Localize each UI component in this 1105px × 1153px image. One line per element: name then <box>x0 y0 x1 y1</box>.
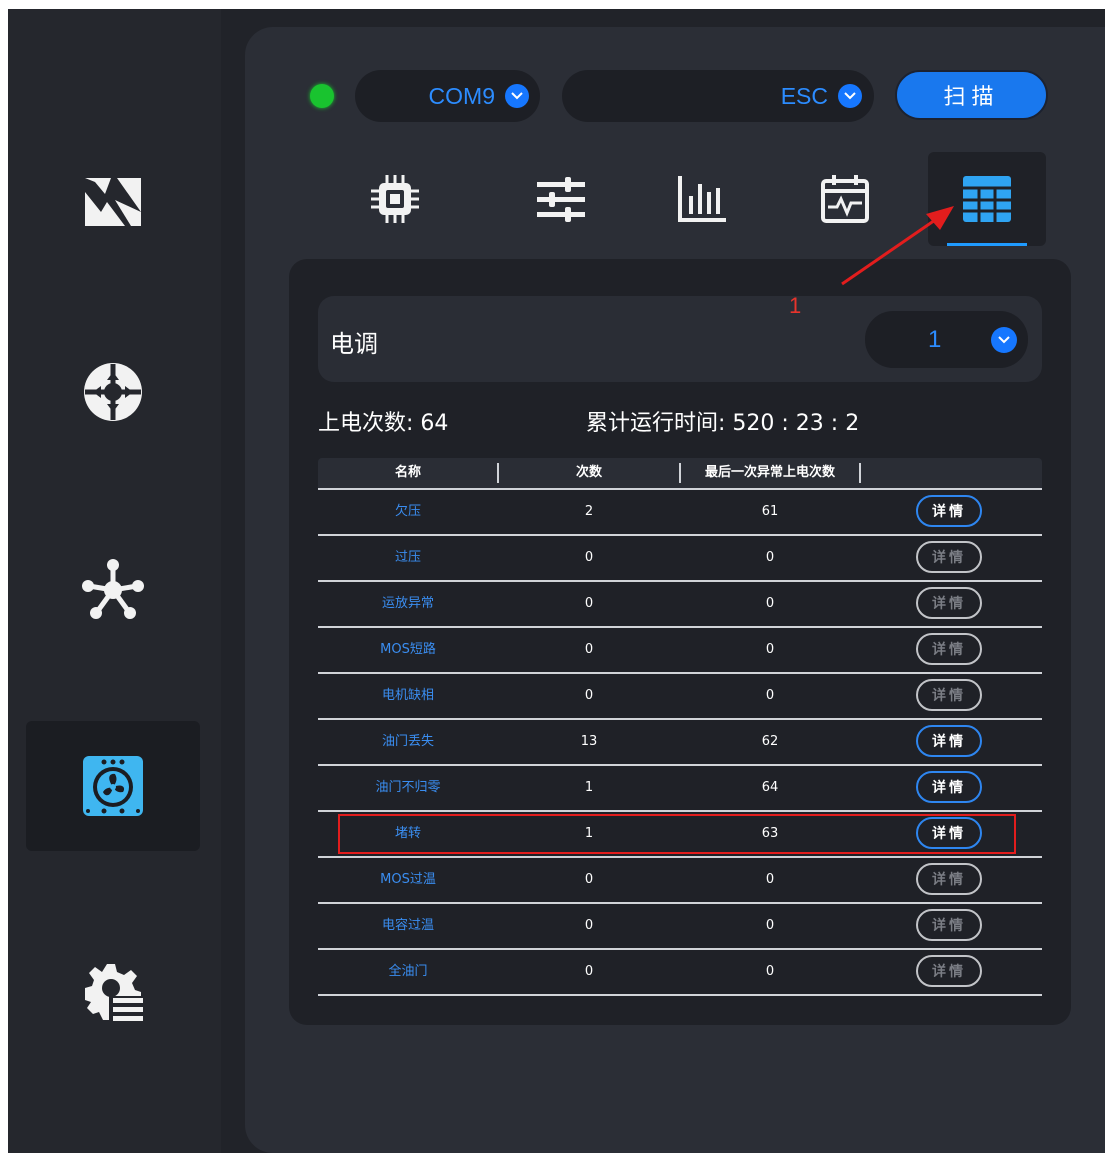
fault-count: 0 <box>584 918 594 933</box>
detail-button[interactable]: 详情 <box>916 955 982 987</box>
table-row: 欠压 2 61 详情 <box>318 490 1042 536</box>
column-header-last: 最后一次异常上电次数 <box>704 465 835 480</box>
fault-last-power-on: 0 <box>765 918 775 933</box>
tab-sliders[interactable] <box>502 152 620 246</box>
fault-name: 电机缺相 <box>381 688 434 703</box>
table-grid-icon <box>963 176 1011 222</box>
column-divider <box>859 463 861 483</box>
chevron-down-icon <box>838 84 862 108</box>
table-row: MOS过温 0 0 详情 <box>318 858 1042 904</box>
fault-last-power-on: 0 <box>765 688 775 703</box>
fault-last-power-on: 64 <box>761 780 779 795</box>
chevron-down-icon <box>505 84 529 108</box>
sidebar-item-network[interactable] <box>26 525 200 655</box>
fault-count: 0 <box>584 688 594 703</box>
power-on-count: 上电次数: 64 <box>318 411 449 436</box>
network-icon <box>82 559 144 619</box>
tab-chart[interactable] <box>643 152 761 246</box>
detail-button[interactable]: 详情 <box>916 909 982 941</box>
total-runtime: 累计运行时间: 520 : 23 : 2 <box>586 411 860 436</box>
fault-name: 过压 <box>394 550 421 565</box>
fault-count: 1 <box>584 780 594 795</box>
column-header-count: 次数 <box>575 465 602 480</box>
settings-list-icon <box>85 964 143 1021</box>
sidebar-item-dpad[interactable] <box>26 327 200 457</box>
table-row: 电容过温 0 0 详情 <box>318 904 1042 950</box>
chevron-down-icon[interactable] <box>991 327 1017 353</box>
fault-name: 运放异常 <box>381 596 434 611</box>
table-row: MOS短路 0 0 详情 <box>318 628 1042 674</box>
fault-last-power-on: 0 <box>765 596 775 611</box>
fault-last-power-on: 62 <box>761 734 779 749</box>
fault-last-power-on: 61 <box>761 504 779 519</box>
sidebar <box>8 9 221 1153</box>
fault-last-power-on: 0 <box>765 872 775 887</box>
fault-count: 2 <box>584 504 594 519</box>
tab-chip[interactable] <box>336 152 454 246</box>
port-select-value: COM9 <box>428 82 495 109</box>
sidebar-item-photo[interactable] <box>26 137 200 267</box>
fault-name: 欠压 <box>394 504 421 519</box>
sidebar-item-esc[interactable] <box>26 721 200 851</box>
fault-count: 0 <box>584 642 594 657</box>
sliders-icon <box>537 177 585 222</box>
photo-icon <box>85 178 141 226</box>
detail-button[interactable]: 详情 <box>916 633 982 665</box>
detail-button[interactable]: 详情 <box>916 725 982 757</box>
table-row: 电机缺相 0 0 详情 <box>318 674 1042 720</box>
fault-name: 油门不归零 <box>375 780 441 795</box>
detail-button[interactable]: 详情 <box>916 771 982 803</box>
annotation-number: 1 <box>789 293 802 318</box>
fault-table: 名称 次数 最后一次异常上电次数 欠压 2 61 详情 过压 0 0 详情 运放异常 0 0 详情 MO… <box>318 458 1042 996</box>
table-row: 油门不归零 1 64 详情 <box>318 766 1042 812</box>
detail-button[interactable]: 详情 <box>916 541 982 573</box>
detail-button[interactable]: 详情 <box>916 495 982 527</box>
fan-icon <box>83 756 143 816</box>
fault-name: MOS短路 <box>380 642 436 657</box>
fault-count: 0 <box>584 872 594 887</box>
fault-last-power-on: 0 <box>765 964 775 979</box>
sidebar-item-settings[interactable] <box>26 927 200 1057</box>
dpad-icon <box>84 363 142 421</box>
table-body: 欠压 2 61 详情 过压 0 0 详情 运放异常 0 0 详情 MOS短路 0 0 详情 电机缺相 0 0 详情 油门… <box>318 490 1042 996</box>
table-row: 运放异常 0 0 详情 <box>318 582 1042 628</box>
arrow-annotation-icon <box>841 206 954 286</box>
chip-icon <box>371 175 419 223</box>
port-select[interactable]: COM9 <box>355 70 540 122</box>
table-row: 全油门 0 0 详情 <box>318 950 1042 996</box>
fault-name: 油门丢失 <box>381 734 434 749</box>
scan-button[interactable]: 扫描 <box>895 70 1048 120</box>
detail-button[interactable]: 详情 <box>916 679 982 711</box>
column-header-name: 名称 <box>394 465 421 480</box>
fault-count: 0 <box>584 596 594 611</box>
fault-name: MOS过温 <box>380 872 436 887</box>
esc-select-value: 1 <box>928 326 942 353</box>
detail-button[interactable]: 详情 <box>916 587 982 619</box>
fault-last-power-on: 0 <box>765 550 775 565</box>
fault-count: 0 <box>584 964 594 979</box>
device-select-value: ESC <box>780 82 828 109</box>
table-row: 油门丢失 13 62 详情 <box>318 720 1042 766</box>
table-row: 过压 0 0 详情 <box>318 536 1042 582</box>
esc-label: 电调 <box>330 330 378 358</box>
highlight-annotation-box <box>338 814 1016 854</box>
fault-count: 13 <box>580 734 598 749</box>
fault-name: 全油门 <box>388 964 428 979</box>
connection-status-indicator <box>310 84 334 108</box>
table-header: 名称 次数 最后一次异常上电次数 <box>318 458 1042 490</box>
detail-button[interactable]: 详情 <box>916 863 982 895</box>
fault-count: 0 <box>584 550 594 565</box>
fault-last-power-on: 0 <box>765 642 775 657</box>
fault-name: 电容过温 <box>381 918 434 933</box>
device-select[interactable]: ESC <box>562 70 874 122</box>
bar-chart-icon <box>678 176 726 222</box>
